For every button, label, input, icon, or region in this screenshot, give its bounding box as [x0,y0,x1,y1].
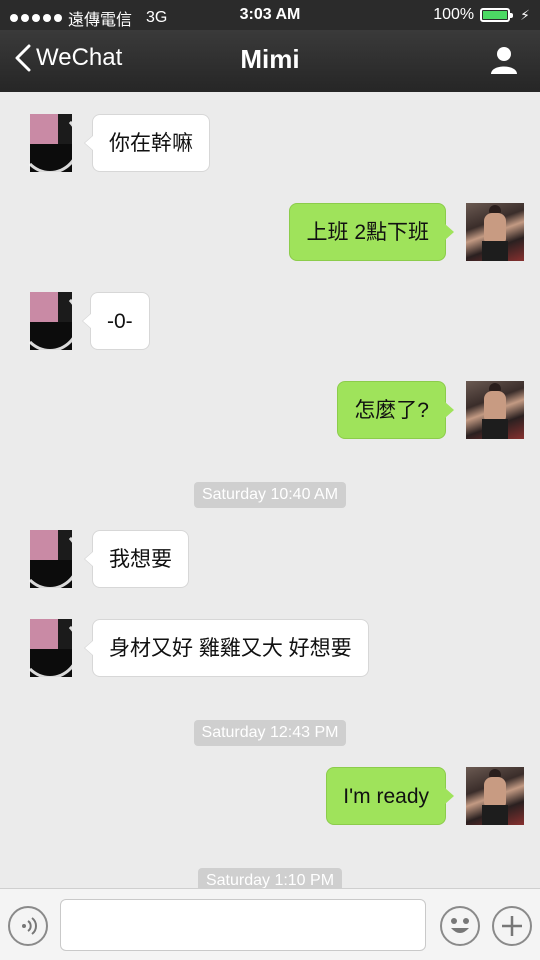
message-bubble-received[interactable]: -0- [82,292,150,350]
friend-avatar[interactable] [14,292,72,350]
my-avatar[interactable] [466,381,524,439]
plus-button[interactable] [492,906,532,946]
status-right: 100% ⚡ [433,6,530,24]
my-avatar[interactable] [466,767,524,825]
timestamp-label: Saturday 1:10 PM [197,868,343,888]
friend-avatar[interactable] [14,530,72,588]
battery-icon [480,8,514,22]
timestamp-label: Saturday 12:43 PM [193,720,347,746]
my-avatar[interactable] [466,203,524,261]
status-bar: 遠傳電信 3G 3:03 AM 100% ⚡ [0,0,540,30]
timestamp: Saturday 10:40 AM [0,482,540,508]
chat-title: Mimi [240,44,300,74]
friend-avatar[interactable] [14,114,72,172]
charging-icon: ⚡ [520,6,530,23]
message-input[interactable] [60,899,426,951]
emoji-button[interactable] [440,906,480,946]
friend-avatar[interactable] [14,619,72,677]
timestamp: Saturday 1:10 PM [0,868,540,888]
navigation-bar: WeChat Mimi [0,30,540,92]
battery-percent: 100% [433,6,475,23]
message-bubble-received[interactable]: 你在幹嘛 [84,114,210,172]
emoji-icon [451,918,469,933]
person-icon[interactable] [488,44,520,76]
voice-icon [22,917,37,935]
timestamp: Saturday 12:43 PM [0,720,540,746]
message-bubble-received[interactable]: 身材又好 雞雞又大 好想要 [84,619,369,677]
input-bar [0,888,540,960]
message-bubble-received[interactable]: 我想要 [84,530,189,588]
message-bubble-sent[interactable]: I'm ready [326,767,454,825]
message-bubble-sent[interactable]: 怎麼了? [337,381,454,439]
timestamp-label: Saturday 10:40 AM [193,482,347,508]
voice-button[interactable] [8,906,48,946]
plus-icon [502,916,522,936]
chat-area[interactable]: 你在幹嘛 上班 2點下班 -0- 怎麼了? Saturday 10:40 AM … [0,92,540,888]
message-bubble-sent[interactable]: 上班 2點下班 [289,203,454,261]
